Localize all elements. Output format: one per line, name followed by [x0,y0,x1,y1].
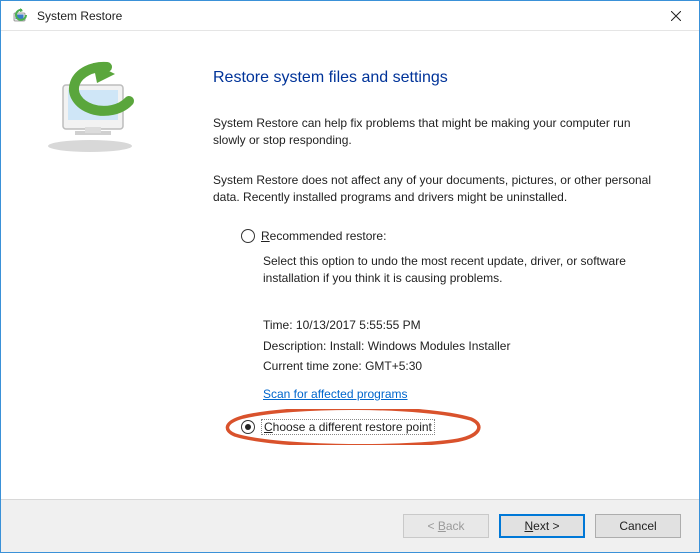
titlebar: System Restore [1,1,699,31]
radio-choose-different-label: Choose a different restore point [261,419,435,435]
detail-timezone: Current time zone: GMT+5:30 [263,356,665,376]
detail-description: Description: Install: Windows Modules In… [263,336,665,356]
back-button: < Back [403,514,489,538]
wizard-footer: < Back Next > Cancel [1,499,699,552]
intro-para-1: System Restore can help fix problems tha… [213,115,665,150]
radio-recommended[interactable] [241,229,255,243]
next-button[interactable]: Next > [499,514,585,538]
restore-graphic-icon [35,61,145,499]
page-heading: Restore system files and settings [213,69,665,87]
window-title: System Restore [37,9,653,23]
radio-recommended-label: Recommended restore: [261,229,386,243]
wizard-content: Restore system files and settings System… [179,31,699,499]
option-choose-different[interactable]: Choose a different restore point [241,419,665,435]
close-icon [671,11,681,21]
close-button[interactable] [653,1,699,31]
wizard-sidebar [1,31,179,499]
cancel-button[interactable]: Cancel [595,514,681,538]
system-restore-icon [11,7,29,25]
recommended-desc: Select this option to undo the most rece… [263,253,665,288]
restore-details: Time: 10/13/2017 5:55:55 PM Description:… [263,315,665,376]
wizard-body: Restore system files and settings System… [1,31,699,499]
option-recommended[interactable]: Recommended restore: [241,229,665,243]
radio-choose-different[interactable] [241,420,255,434]
scan-affected-link[interactable]: Scan for affected programs [263,387,408,401]
detail-time: Time: 10/13/2017 5:55:55 PM [263,315,665,335]
intro-para-2: System Restore does not affect any of yo… [213,172,665,207]
